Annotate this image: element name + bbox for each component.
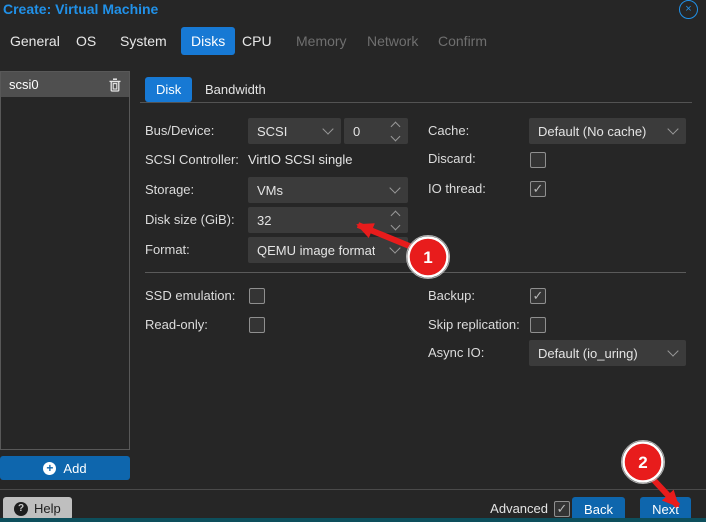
spinner-icon[interactable] bbox=[392, 212, 399, 229]
tab-disks[interactable]: Disks bbox=[181, 27, 235, 55]
bus-device-label: Bus/Device: bbox=[145, 118, 214, 144]
cache-label: Cache: bbox=[428, 118, 469, 144]
spinner-icon[interactable] bbox=[392, 123, 399, 140]
chevron-down-icon bbox=[389, 242, 400, 253]
add-disk-button[interactable]: + Add bbox=[0, 456, 130, 480]
subtab-bandwidth[interactable]: Bandwidth bbox=[205, 82, 266, 97]
section-divider bbox=[145, 272, 686, 273]
help-icon: ? bbox=[14, 502, 28, 516]
disk-list-item-scsi0[interactable]: scsi0 bbox=[1, 72, 129, 97]
subtab-disk[interactable]: Disk bbox=[145, 77, 192, 102]
annotation-step-1: 1 bbox=[423, 248, 432, 267]
trash-icon[interactable] bbox=[109, 78, 121, 92]
bus-device-select[interactable]: SCSI bbox=[248, 118, 341, 144]
tab-system[interactable]: System bbox=[120, 33, 167, 49]
disk-item-label: scsi0 bbox=[9, 77, 39, 92]
ssd-emulation-checkbox[interactable] bbox=[249, 288, 265, 304]
backup-label: Backup: bbox=[428, 285, 475, 307]
tab-confirm: Confirm bbox=[438, 33, 487, 49]
format-label: Format: bbox=[145, 237, 190, 263]
tab-memory: Memory bbox=[296, 33, 347, 49]
discard-checkbox[interactable] bbox=[530, 152, 546, 168]
async-io-label: Async IO: bbox=[428, 340, 484, 366]
disk-size-label: Disk size (GiB): bbox=[145, 207, 235, 233]
footer-divider bbox=[0, 489, 706, 490]
io-thread-label: IO thread: bbox=[428, 178, 486, 200]
cache-select[interactable]: Default (No cache) bbox=[529, 118, 686, 144]
tab-cpu[interactable]: CPU bbox=[242, 33, 272, 49]
backup-checkbox[interactable]: ✓ bbox=[530, 288, 546, 304]
help-button-label: Help bbox=[34, 501, 61, 516]
annotation-circle-2-ring bbox=[622, 441, 665, 484]
bottom-edge-strip bbox=[0, 518, 706, 522]
disk-list-panel: scsi0 bbox=[0, 71, 130, 450]
help-button[interactable]: ? Help bbox=[3, 497, 72, 520]
chevron-down-icon bbox=[389, 182, 400, 193]
ssd-emulation-label: SSD emulation: bbox=[145, 285, 235, 307]
tab-general[interactable]: General bbox=[10, 33, 60, 49]
add-button-label: Add bbox=[63, 461, 86, 476]
scsi-controller-label: SCSI Controller: bbox=[145, 150, 239, 170]
io-thread-checkbox[interactable]: ✓ bbox=[530, 181, 546, 197]
async-io-select[interactable]: Default (io_uring) bbox=[529, 340, 686, 366]
annotation-step-2: 2 bbox=[638, 453, 647, 472]
read-only-label: Read-only: bbox=[145, 314, 208, 336]
skip-replication-label: Skip replication: bbox=[428, 314, 520, 336]
close-icon[interactable]: × bbox=[679, 0, 698, 19]
annotation-circle-2 bbox=[624, 443, 663, 482]
dialog-title: Create: Virtual Machine bbox=[3, 1, 158, 17]
plus-icon: + bbox=[43, 462, 56, 475]
disk-size-stepper[interactable]: 32 bbox=[248, 207, 408, 233]
advanced-checkbox[interactable]: ✓ bbox=[554, 501, 570, 517]
tab-network: Network bbox=[367, 33, 418, 49]
skip-replication-checkbox[interactable] bbox=[530, 317, 546, 333]
chevron-down-icon bbox=[667, 345, 678, 356]
storage-select[interactable]: VMs bbox=[248, 177, 408, 203]
tab-os[interactable]: OS bbox=[76, 33, 96, 49]
bus-device-number-stepper[interactable]: 0 bbox=[344, 118, 408, 144]
storage-label: Storage: bbox=[145, 177, 194, 203]
format-select[interactable]: QEMU image format bbox=[248, 237, 408, 263]
discard-label: Discard: bbox=[428, 148, 476, 170]
create-vm-dialog: Create: Virtual Machine × General OS Sys… bbox=[0, 0, 706, 522]
chevron-down-icon bbox=[322, 123, 333, 134]
read-only-checkbox[interactable] bbox=[249, 317, 265, 333]
subtab-divider bbox=[140, 102, 692, 103]
chevron-down-icon bbox=[667, 123, 678, 134]
annotation-circle-1 bbox=[409, 238, 448, 277]
scsi-controller-value: VirtIO SCSI single bbox=[248, 150, 353, 170]
